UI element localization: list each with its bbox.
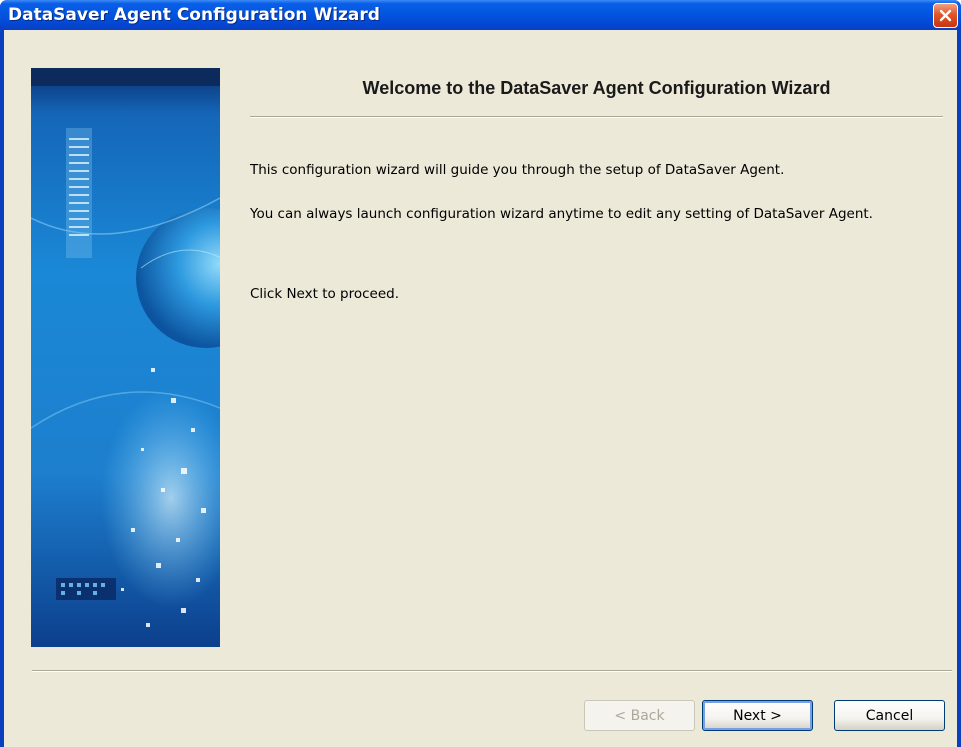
cancel-button[interactable]: Cancel [834,700,945,731]
wizard-window: DataSaver Agent Configuration Wizard Wel… [0,0,961,747]
next-button[interactable]: Next > [702,700,813,731]
close-button[interactable] [933,3,958,28]
side-banner-image [31,68,220,647]
intro-text-line-2: You can always launch configuration wiza… [250,206,873,222]
close-icon [939,9,952,22]
heading-divider [250,116,943,118]
proceed-instruction: Click Next to proceed. [250,286,400,302]
wizard-client-area: Welcome to the DataSaver Agent Configura… [4,30,957,747]
back-button[interactable]: < Back [584,700,695,731]
intro-text-line-1: This configuration wizard will guide you… [250,162,785,178]
footer-divider [32,670,952,672]
title-bar[interactable]: DataSaver Agent Configuration Wizard [0,0,961,30]
wizard-heading: Welcome to the DataSaver Agent Configura… [362,78,831,98]
window-title: DataSaver Agent Configuration Wizard [8,5,380,25]
